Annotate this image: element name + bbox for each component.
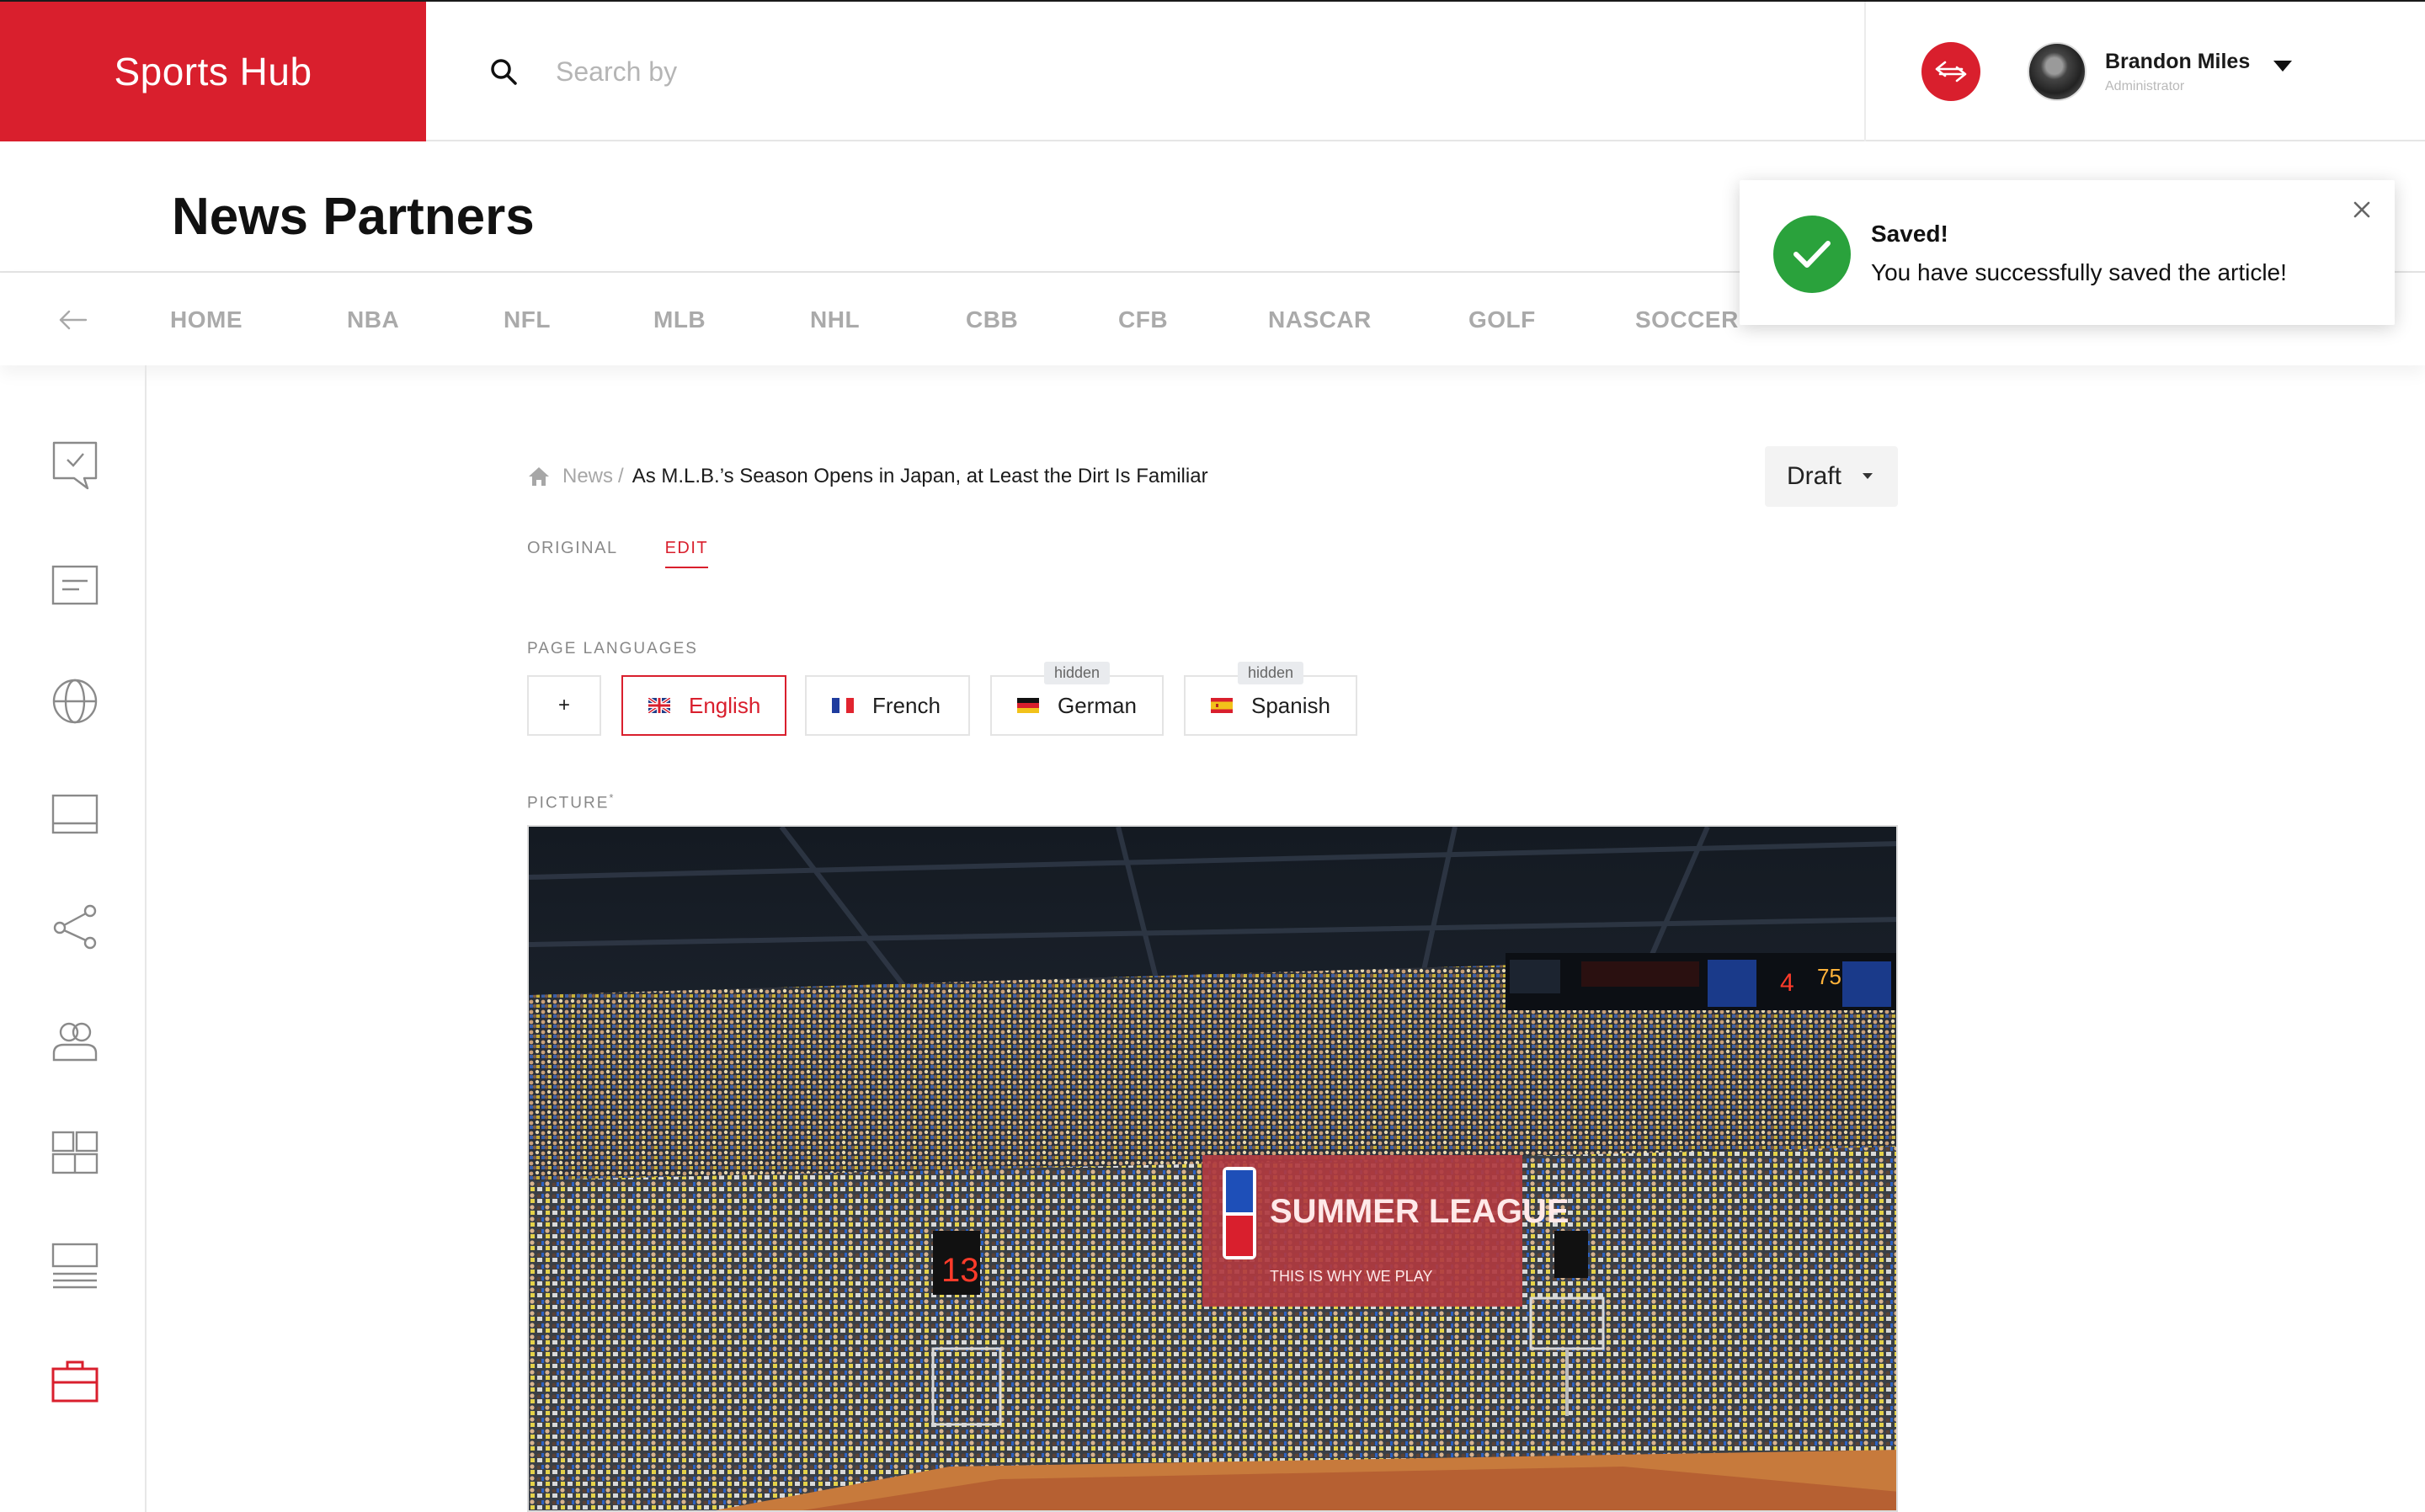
user-info: Brandon Miles Administrator (2105, 50, 2250, 94)
category-golf[interactable]: GOLF (1468, 306, 1536, 333)
language-name: French (872, 692, 941, 718)
shot-clock: 13 (941, 1252, 979, 1289)
category-cbb[interactable]: CBB (966, 306, 1018, 333)
language-german[interactable]: hidden German (990, 662, 1164, 736)
category-mlb[interactable]: MLB (653, 306, 706, 333)
brand-name: Sports Hub (114, 50, 312, 93)
tab-original[interactable]: ORIGINAL (527, 539, 618, 568)
user-role: Administrator (2105, 78, 2185, 93)
comment-check-icon[interactable] (51, 441, 99, 490)
france-flag-icon (832, 698, 854, 713)
germany-flag-icon (1017, 698, 1039, 713)
sidebar (0, 365, 147, 1512)
picture-label: PICTURE* (527, 791, 615, 812)
close-icon[interactable] (2349, 197, 2374, 222)
picture-label-text: PICTURE (527, 794, 610, 812)
banner-subtitle: THIS IS WHY WE PLAY (1270, 1268, 1432, 1285)
list-icon[interactable] (51, 1241, 99, 1290)
hidden-badge: hidden (1043, 662, 1111, 684)
languages-label: PAGE LANGUAGES (527, 640, 698, 658)
user-name: Brandon Miles (2105, 49, 2251, 73)
arena-photo: 4 755 0 SUMMER LEAGUE THIS IS WHY WE PLA… (529, 827, 1896, 1510)
share-icon[interactable] (51, 902, 99, 951)
category-nba[interactable]: NBA (347, 306, 399, 333)
breadcrumb-separator: / (618, 465, 624, 487)
language-french[interactable]: French (805, 675, 970, 736)
language-name: German (1058, 692, 1137, 718)
arrow-left-icon[interactable] (56, 303, 89, 337)
home-icon[interactable] (527, 466, 551, 487)
category-soccer[interactable]: SOCCER (1635, 306, 1739, 333)
view-tabs: ORIGINAL EDIT (527, 539, 755, 568)
language-name: English (689, 692, 761, 718)
tab-edit[interactable]: EDIT (664, 539, 709, 568)
category-nfl[interactable]: NFL (504, 306, 551, 333)
page-title: News Partners (172, 188, 535, 246)
chevron-down-icon (1863, 473, 1873, 479)
category-nhl[interactable]: NHL (810, 306, 860, 333)
toast-title: Saved! (1871, 221, 1948, 247)
category-cfb[interactable]: CFB (1118, 306, 1168, 333)
hidden-badge: hidden (1237, 662, 1304, 684)
category-nascar[interactable]: NASCAR (1268, 306, 1372, 333)
scoreboard-left: 4 (1780, 969, 1794, 997)
users-icon[interactable] (51, 1017, 99, 1066)
dashboard-icon[interactable] (51, 1128, 99, 1177)
status-select[interactable]: Draft (1765, 446, 1898, 507)
article-icon[interactable] (51, 561, 99, 610)
breadcrumb-news[interactable]: News (562, 465, 613, 488)
swap-arrows-icon (1935, 61, 1967, 83)
banner-title: SUMMER LEAGUE (1270, 1193, 1570, 1230)
avatar (2028, 42, 2087, 101)
language-english[interactable]: English (621, 675, 786, 736)
brand-logo[interactable]: Sports Hub (0, 2, 426, 141)
language-spanish[interactable]: hidden Spanish (1184, 662, 1357, 736)
breadcrumb: News / As M.L.B.’s Season Opens in Japan… (527, 465, 1208, 488)
plus-label: + (557, 694, 570, 716)
spain-flag-icon (1211, 698, 1233, 713)
search-bar (426, 2, 1866, 141)
checkmark-icon (1773, 216, 1851, 293)
globe-icon[interactable] (51, 677, 99, 726)
chevron-down-icon[interactable] (2273, 60, 2293, 72)
briefcase-icon[interactable] (51, 1357, 99, 1406)
search-icon[interactable] (487, 55, 520, 88)
user-menu[interactable]: Brandon Miles Administrator (2028, 40, 2293, 103)
language-name: Spanish (1251, 692, 1330, 718)
add-language-button[interactable]: + (527, 675, 601, 736)
article-picture[interactable]: 4 755 0 SUMMER LEAGUE THIS IS WHY WE PLA… (527, 825, 1898, 1512)
top-header: Sports Hub Brandon Miles Administrator (0, 0, 2425, 141)
uk-flag-icon (648, 698, 670, 713)
required-mark: * (609, 791, 616, 804)
success-toast: Saved! You have successfully saved the a… (1740, 180, 2395, 325)
search-input[interactable] (556, 56, 1566, 88)
breadcrumb-current: As M.L.B.’s Season Opens in Japan, at Le… (632, 465, 1208, 487)
category-home[interactable]: HOME (170, 306, 242, 333)
switch-view-button[interactable] (1921, 42, 1980, 101)
toast-message: You have successfully saved the article! (1871, 259, 2287, 285)
status-value: Draft (1787, 462, 1842, 490)
layout-icon[interactable] (51, 790, 99, 839)
